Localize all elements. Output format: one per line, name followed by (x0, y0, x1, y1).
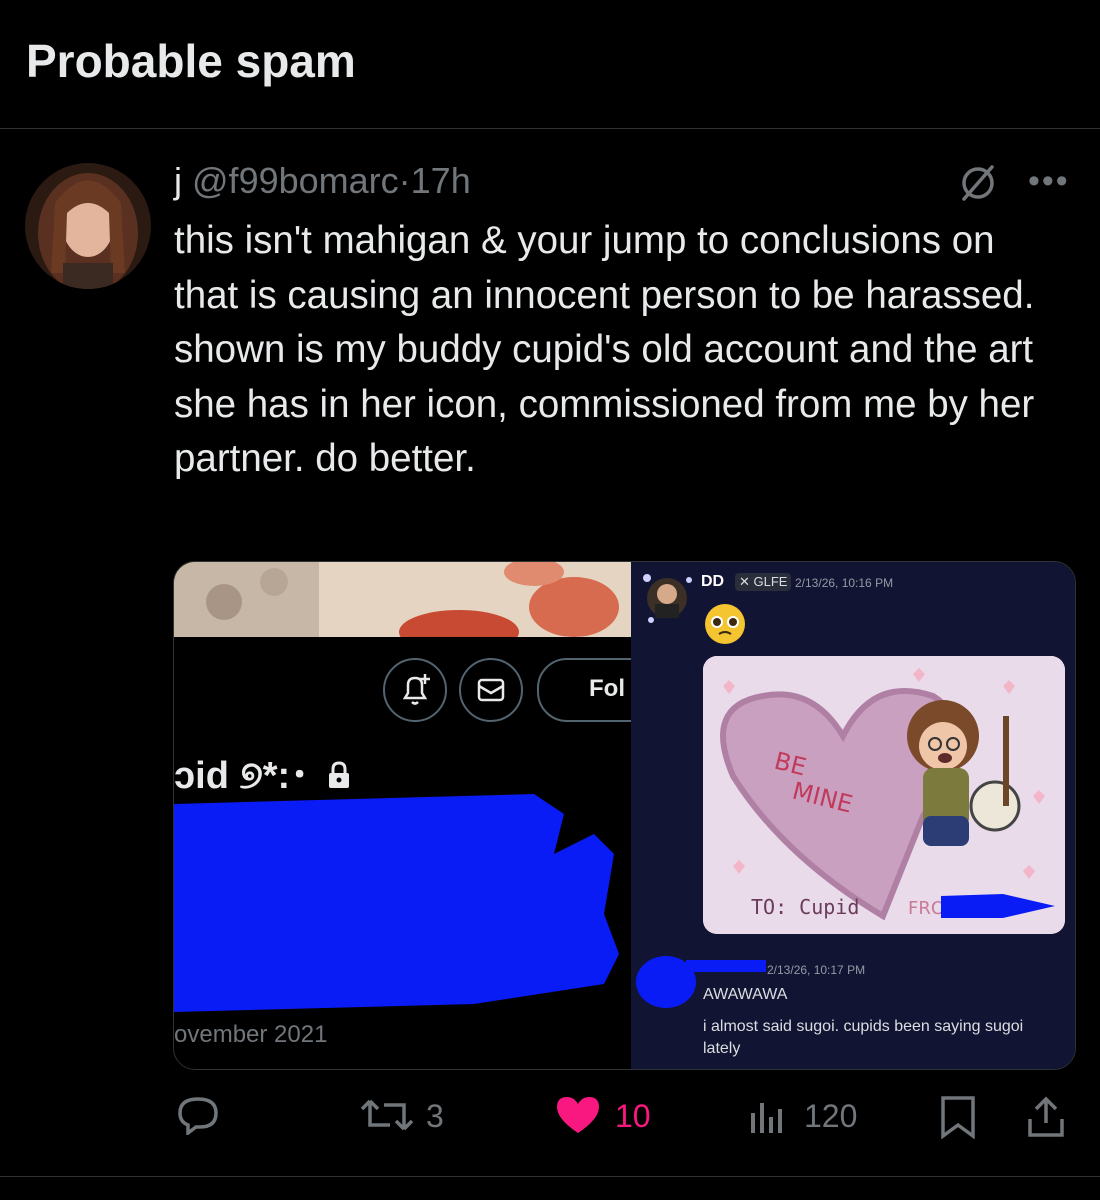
media-attachment[interactable]: Fol ɔid ୭*:･ ovember 2021 DD ✕ GLFE 2/13 (173, 561, 1076, 1070)
profile-name-text: ɔid ୭*:･ (174, 755, 310, 797)
reply-timestamp: 2/13/26, 10:17 PM (767, 963, 866, 977)
grok-icon[interactable] (958, 163, 998, 203)
profile-screenshot: Fol ɔid ୭*:･ ovember 2021 (174, 562, 631, 1069)
joined-date: ovember 2021 (174, 1021, 328, 1048)
like-count: 10 (615, 1098, 651, 1134)
reply-line-1: AWAWAWA (703, 986, 788, 1003)
page-title: Probable spam (26, 35, 356, 87)
pleading-emoji-icon (705, 604, 745, 644)
art-to-text: TO: Cupid (751, 895, 859, 919)
page-header: Probable spam (0, 0, 1100, 129)
bottom-divider (0, 1176, 1100, 1177)
views-icon (751, 1103, 782, 1133)
handle[interactable]: @f99bomarc (192, 160, 399, 201)
profile-banner (174, 562, 631, 637)
follow-button[interactable]: Fol (537, 658, 631, 722)
share-icon (1028, 1096, 1064, 1137)
repost-icon (360, 1099, 414, 1131)
lock-icon (328, 761, 349, 788)
heart-icon (557, 1097, 599, 1133)
envelope-icon (477, 678, 505, 702)
tweet-actions: 3 10 120 (0, 1085, 1100, 1145)
views-count: 120 (804, 1098, 858, 1134)
valentine-art-image: BE MINE TO: Cupid FROM (703, 656, 1065, 934)
bookmark-icon (941, 1096, 975, 1139)
more-options-icon[interactable]: ••• (1028, 162, 1070, 201)
dd-username: DD (701, 573, 725, 590)
follow-label: Fol (589, 675, 625, 702)
display-name[interactable]: j (174, 160, 182, 201)
bell-plus-icon (402, 674, 430, 705)
dd-avatar (643, 574, 692, 623)
profile-name-fragment: ɔid ୭*:･ (174, 744, 352, 799)
redaction-scribble (174, 794, 619, 1012)
discord-screenshot: DD ✕ GLFE 2/13/26, 10:16 PM BE MINE TO: … (631, 562, 1075, 1069)
notify-button[interactable] (383, 658, 447, 722)
dot-separator: · (398, 160, 411, 201)
dd-timestamp: 2/13/26, 10:16 PM (795, 576, 894, 590)
reply-line-2: i almost said sugoi. cupids been saying … (703, 1018, 1024, 1057)
timestamp[interactable]: 17h (411, 160, 471, 201)
repost-count: 3 (426, 1098, 444, 1134)
tweet-meta: j @f99bomarc·17h (174, 160, 471, 202)
guild-tag-label: GLFE (753, 574, 788, 589)
avatar[interactable] (25, 163, 151, 289)
reply-icon (178, 1097, 218, 1135)
guild-tag: ✕ GLFE (735, 573, 792, 591)
message-button[interactable] (459, 658, 523, 722)
tweet-text: this isn't mahigan & your jump to conclu… (174, 219, 1035, 480)
